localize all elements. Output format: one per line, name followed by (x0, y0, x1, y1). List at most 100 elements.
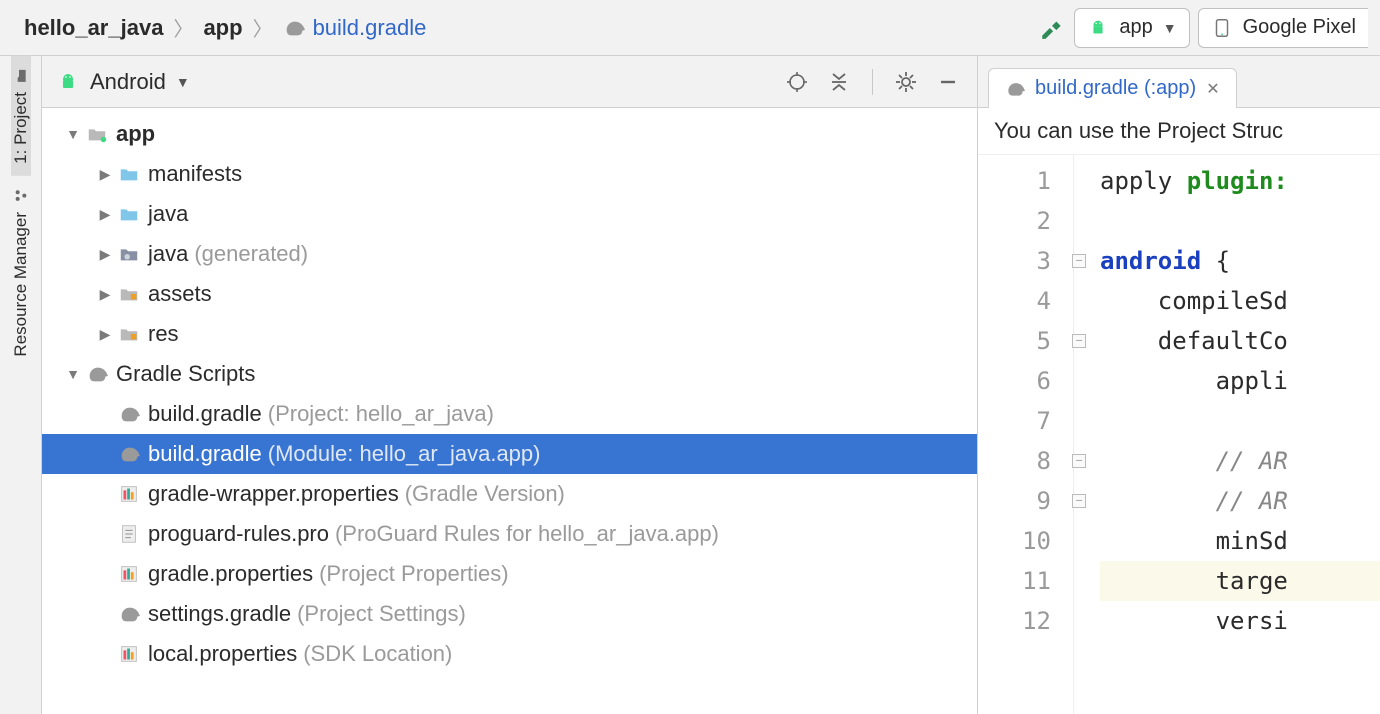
code-line[interactable] (1100, 201, 1380, 241)
code-line[interactable]: android { (1100, 241, 1380, 281)
collapse-all-button[interactable] (824, 67, 854, 97)
code-line[interactable]: targe (1100, 561, 1380, 601)
props-color-icon (118, 483, 140, 505)
line-number: 10 (978, 521, 1051, 561)
line-number: 2 (978, 201, 1051, 241)
disclosure-icon[interactable]: ▶ (94, 326, 116, 343)
breadcrumb: hello_ar_java 〉 app 〉 build.gradle (24, 13, 426, 42)
chevron-down-icon: ▼ (1163, 20, 1177, 36)
tree-row[interactable]: ▶res (42, 314, 977, 354)
tree-item-name: manifests (148, 161, 242, 187)
code-line[interactable]: versi (1100, 601, 1380, 641)
breadcrumb-item[interactable]: hello_ar_java (24, 15, 163, 41)
tree-item-name: build.gradle (148, 441, 262, 467)
breadcrumb-label: hello_ar_java (24, 15, 163, 41)
folder-dark-icon (13, 68, 29, 84)
project-panel-header: Android ▼ (42, 56, 977, 108)
tree-item-suffix: (SDK Location) (303, 641, 452, 667)
tree-row[interactable]: build.gradle(Module: hello_ar_java.app) (42, 434, 977, 474)
module-icon (86, 123, 108, 145)
breadcrumb-separator: 〉 (253, 13, 273, 42)
disclosure-icon[interactable]: ▼ (62, 366, 84, 382)
code-line[interactable]: defaultCo (1100, 321, 1380, 361)
gradle-elephant-icon (283, 17, 305, 39)
tree-row[interactable]: build.gradle(Project: hello_ar_java) (42, 394, 977, 434)
editor-area: build.gradle (:app) ✕ You can use the Pr… (978, 56, 1380, 714)
code-content[interactable]: apply plugin: android { compileSd defaul… (1090, 155, 1380, 714)
tree-item-name: app (116, 121, 155, 147)
chevron-down-icon: ▼ (176, 74, 190, 90)
props-color-icon (118, 563, 140, 585)
line-number: 1 (978, 161, 1051, 201)
disclosure-icon[interactable]: ▶ (94, 206, 116, 223)
code-line[interactable]: minSd (1100, 521, 1380, 561)
fold-column[interactable]: – – – – (1074, 155, 1090, 714)
editor-notification-banner[interactable]: You can use the Project Struc (978, 108, 1380, 155)
tree-item-name: gradle-wrapper.properties (148, 481, 399, 507)
settings-button[interactable] (891, 67, 921, 97)
top-toolbar: hello_ar_java 〉 app 〉 build.gradle app ▼ Goo… (0, 0, 1380, 56)
divider (872, 69, 873, 95)
android-icon (56, 70, 80, 94)
code-line[interactable]: appli (1100, 361, 1380, 401)
device-label: Google Pixel (1243, 16, 1356, 39)
tree-row[interactable]: gradle-wrapper.properties(Gradle Version… (42, 474, 977, 514)
tree-item-suffix: (ProGuard Rules for hello_ar_java.app) (335, 521, 719, 547)
fold-marker[interactable]: – (1072, 334, 1086, 348)
code-editor[interactable]: 123456789101112 –––– apply plugin: andro… (978, 155, 1380, 714)
tree-row[interactable]: ▶ java (42, 194, 977, 234)
line-number: 5 (978, 321, 1051, 361)
resource-manager-icon (13, 188, 29, 204)
folder-gen-icon (118, 243, 140, 265)
minimize-button[interactable] (933, 67, 963, 97)
tree-row[interactable]: ▼ Gradle Scripts (42, 354, 977, 394)
locate-button[interactable] (782, 67, 812, 97)
code-line[interactable]: apply plugin: (1100, 161, 1380, 201)
tree-item-suffix: (Project Settings) (297, 601, 466, 627)
code-line[interactable]: // AR (1100, 441, 1380, 481)
code-line[interactable]: // AR (1100, 481, 1380, 521)
line-number: 9 (978, 481, 1051, 521)
disclosure-icon[interactable]: ▶ (94, 286, 116, 303)
tree-row[interactable]: ▶assets (42, 274, 977, 314)
tree-row[interactable]: local.properties(SDK Location) (42, 634, 977, 674)
phone-icon (1211, 17, 1233, 39)
folder-res-icon (118, 323, 140, 345)
props-color-icon (118, 643, 140, 665)
fold-marker[interactable]: – (1072, 454, 1086, 468)
tree-row[interactable]: settings.gradle(Project Settings) (42, 594, 977, 634)
fold-marker[interactable]: – (1072, 494, 1086, 508)
tree-item-name: Gradle Scripts (116, 361, 255, 387)
tree-item-name: java (148, 201, 188, 227)
project-tree[interactable]: ▼ app ▶ manifests ▶ java ▶java(generated)▶asse… (42, 108, 977, 714)
gradle-elephant-icon (86, 363, 108, 385)
disclosure-icon[interactable]: ▼ (62, 126, 84, 142)
tool-window-tab[interactable]: Resource Manager (11, 176, 31, 369)
breadcrumb-item[interactable]: build.gradle (283, 15, 427, 41)
line-number: 6 (978, 361, 1051, 401)
code-line[interactable] (1100, 401, 1380, 441)
build-button[interactable] (1038, 14, 1066, 42)
breadcrumb-separator: 〉 (173, 13, 193, 42)
tree-row[interactable]: ▼ app (42, 114, 977, 154)
tree-item-suffix: (Project: hello_ar_java) (268, 401, 494, 427)
tree-row[interactable]: proguard-rules.pro(ProGuard Rules for he… (42, 514, 977, 554)
code-line[interactable]: compileSd (1100, 281, 1380, 321)
folder-blue-icon (118, 163, 140, 185)
tree-row[interactable]: ▶java(generated) (42, 234, 977, 274)
disclosure-icon[interactable]: ▶ (94, 246, 116, 263)
line-number: 11 (978, 561, 1051, 601)
disclosure-icon[interactable]: ▶ (94, 166, 116, 183)
breadcrumb-label: app (203, 15, 242, 41)
close-icon[interactable]: ✕ (1206, 79, 1219, 99)
tool-window-tab[interactable]: 1: Project (11, 56, 31, 176)
editor-tab[interactable]: build.gradle (:app) ✕ (988, 68, 1237, 108)
project-view-dropdown[interactable]: Android ▼ (56, 69, 190, 95)
fold-marker[interactable]: – (1072, 254, 1086, 268)
tree-row[interactable]: gradle.properties(Project Properties) (42, 554, 977, 594)
run-config-dropdown[interactable]: app ▼ (1074, 8, 1189, 48)
breadcrumb-item[interactable]: app (203, 15, 242, 41)
project-view-label: Android (90, 69, 166, 95)
device-dropdown[interactable]: Google Pixel (1198, 8, 1368, 48)
tree-row[interactable]: ▶ manifests (42, 154, 977, 194)
